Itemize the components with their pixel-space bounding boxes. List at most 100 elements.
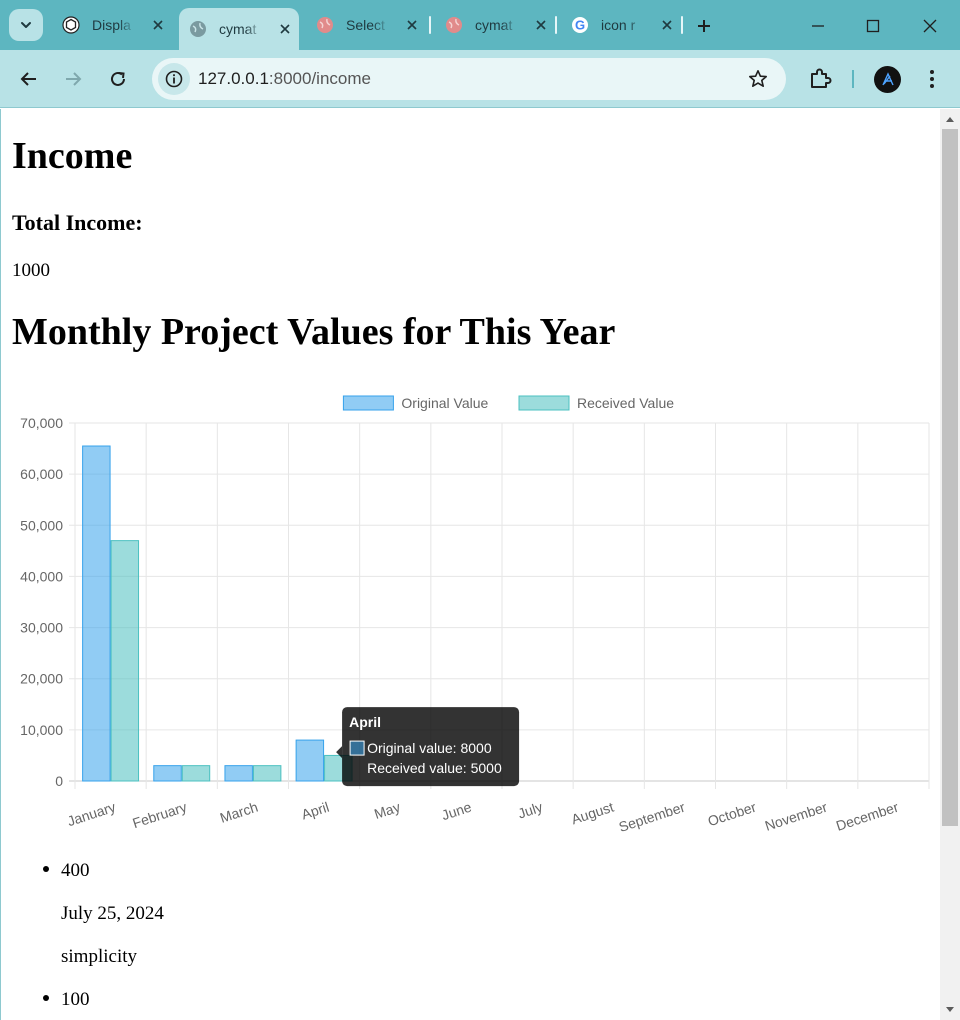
- scroll-down-arrow-icon[interactable]: [940, 1000, 960, 1020]
- tab-4[interactable]: cymat: [431, 6, 553, 44]
- legend-swatch: [342, 395, 394, 411]
- x-tick-label: February: [130, 799, 188, 832]
- bar-original-value: [295, 739, 325, 782]
- page-scrollbar[interactable]: [940, 109, 960, 1020]
- maximize-icon: [866, 19, 880, 33]
- x-tick-label: December: [834, 799, 901, 834]
- url-text: 127.0.0.1:8000/income: [198, 69, 371, 89]
- project-name: simplicity: [61, 946, 137, 967]
- avatar-icon: [881, 71, 894, 85]
- bar-received-value: [110, 540, 140, 782]
- globe-icon: [189, 20, 207, 38]
- bar-original-value: [224, 765, 253, 782]
- project-date: July 25, 2024: [61, 903, 164, 924]
- close-tab-icon[interactable]: [277, 21, 293, 37]
- tab-3[interactable]: Select: [302, 6, 424, 44]
- tab-2-active[interactable]: cymat: [179, 8, 299, 50]
- y-tick-label: 40,000: [20, 568, 63, 584]
- close-window-button[interactable]: [916, 12, 944, 40]
- scroll-thumb[interactable]: [942, 129, 958, 826]
- scroll-up-arrow-icon[interactable]: [940, 109, 960, 129]
- close-icon: [923, 19, 937, 33]
- x-tick-label: July: [516, 799, 545, 822]
- legend-label: Original Value: [401, 395, 488, 411]
- bar-received-value: [252, 765, 282, 782]
- y-tick-label: 0: [55, 773, 63, 789]
- close-tab-icon[interactable]: [533, 17, 549, 33]
- back-button[interactable]: [14, 64, 44, 94]
- chart-heading: Monthly Project Values for This Year: [12, 311, 616, 353]
- x-tick-label: September: [617, 799, 687, 835]
- y-tick-label: 70,000: [20, 415, 63, 431]
- tab-strip: Displa cymat Select cymat G icon r: [0, 0, 960, 50]
- globe-icon: [445, 16, 463, 34]
- x-tick-label: April: [299, 799, 331, 823]
- total-income-label: Total Income:: [12, 210, 143, 235]
- x-tick-label: August: [569, 799, 616, 828]
- tooltip-line: Original value: 8000: [367, 740, 492, 756]
- x-tick-label: May: [372, 799, 402, 822]
- bar-original-value: [153, 765, 182, 782]
- reload-icon: [111, 71, 125, 86]
- list-item: 400 July 25, 2024 simplicity: [1, 849, 931, 978]
- tab-title: cymat: [219, 21, 257, 37]
- address-bar[interactable]: 127.0.0.1:8000/income: [152, 58, 786, 100]
- url-path: :8000/income: [268, 69, 371, 88]
- chatgpt-icon: [62, 16, 80, 34]
- new-tab-button[interactable]: [690, 12, 718, 40]
- chevron-down-icon: [21, 22, 31, 28]
- minimize-button[interactable]: [804, 12, 832, 40]
- bar-original-value: [82, 445, 111, 782]
- browser-menu-icon[interactable]: [920, 66, 944, 92]
- x-tick-label: June: [440, 799, 474, 824]
- browser-toolbar: 127.0.0.1:8000/income: [0, 50, 960, 108]
- tooltip-title: April: [349, 714, 381, 730]
- x-tick-label: January: [65, 799, 117, 830]
- globe-icon: [316, 16, 334, 34]
- y-tick-label: 10,000: [20, 722, 63, 738]
- extensions-puzzle-icon[interactable]: [807, 66, 833, 92]
- bullet: [43, 995, 49, 1001]
- project-list: 400 July 25, 2024 simplicity 100: [1, 849, 931, 1020]
- tab-title: Displa: [92, 17, 131, 33]
- bar-received-value: [181, 765, 211, 782]
- monthly-bar-chart[interactable]: 0 10,000 20,000 30,000 40,000 50,000 60,000 70,…: [1, 385, 941, 845]
- list-item: 100: [1, 978, 931, 1020]
- legend-swatch: [518, 395, 570, 411]
- close-tab-icon[interactable]: [150, 17, 166, 33]
- arrow-right-icon: [66, 72, 82, 86]
- tab-1[interactable]: Displa: [48, 6, 176, 44]
- svg-text:G: G: [575, 18, 585, 33]
- minimize-icon: [812, 25, 824, 27]
- bullet: [43, 866, 49, 872]
- tab-title: cymat: [475, 17, 513, 33]
- site-info-button[interactable]: [158, 63, 190, 95]
- total-income-value: 1000: [12, 260, 50, 281]
- reload-button[interactable]: [103, 64, 133, 94]
- profile-avatar[interactable]: [874, 66, 901, 93]
- maximize-button[interactable]: [859, 12, 887, 40]
- y-tick-label: 20,000: [20, 671, 63, 687]
- tooltip-line: Received value: 5000: [367, 760, 502, 776]
- project-value: 100: [61, 989, 90, 1010]
- close-tab-icon[interactable]: [404, 17, 420, 33]
- url-host: 127.0.0.1: [198, 69, 269, 88]
- plus-icon: [698, 20, 710, 32]
- x-tick-label: November: [763, 799, 830, 834]
- tab-5[interactable]: G icon r: [557, 6, 679, 44]
- arrow-left-icon: [20, 72, 36, 86]
- y-tick-label: 30,000: [20, 620, 63, 636]
- close-tab-icon[interactable]: [659, 17, 675, 33]
- google-icon: G: [571, 16, 589, 34]
- bookmark-star-icon[interactable]: [748, 69, 768, 89]
- forward-button[interactable]: [58, 64, 88, 94]
- tab-title: icon r: [601, 17, 636, 33]
- x-tick-label: March: [218, 799, 260, 826]
- tooltip-swatch: [349, 740, 365, 756]
- legend-label: Received Value: [577, 395, 674, 411]
- project-value: 400: [61, 860, 90, 881]
- page-viewport: Income Total Income: 1000 Monthly Projec…: [0, 109, 960, 1020]
- y-tick-label: 60,000: [20, 466, 63, 482]
- tab-search-button[interactable]: [9, 9, 43, 41]
- page-title: Income: [12, 135, 133, 177]
